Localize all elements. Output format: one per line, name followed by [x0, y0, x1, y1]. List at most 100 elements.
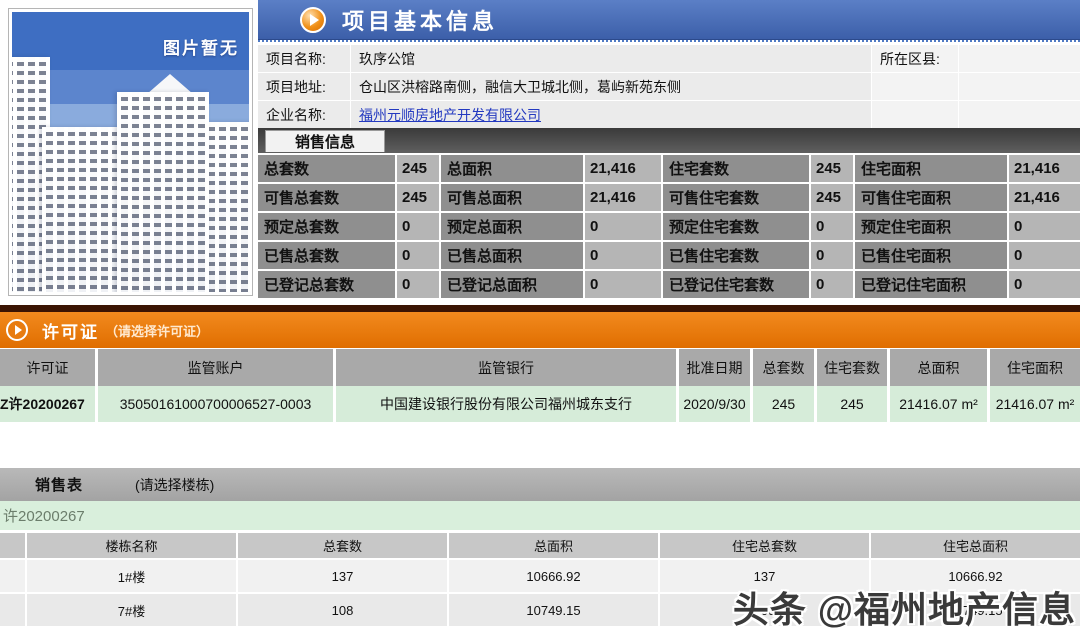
building-illustration: [204, 122, 249, 292]
col-header-building-name: 楼栋名称: [27, 533, 236, 558]
escrow-bank: 中国建设银行股份有限公司福州城东支行: [336, 386, 676, 422]
stat-label: 可售住宅面积: [855, 184, 1007, 211]
section-divider: [0, 305, 1080, 312]
stat-value: 0: [811, 271, 853, 298]
col-header-approval-date: 批准日期: [679, 349, 750, 386]
stat-value: 21,416: [585, 155, 661, 182]
escrow-account: 35050161000700006527-0003: [98, 386, 333, 422]
stat-value: 0: [1009, 213, 1080, 240]
building-total-units: 137: [238, 560, 447, 592]
project-address-label: 项目地址:: [258, 73, 350, 100]
stat-label: 已登记总面积: [441, 271, 583, 298]
sales-info-row: 预定总套数 0 预定总面积 0 预定住宅套数 0 预定住宅面积 0: [258, 213, 1080, 240]
sales-info-row: 已售总套数 0 已售总面积 0 已售住宅套数 0 已售住宅面积 0: [258, 242, 1080, 269]
stat-label: 总套数: [258, 155, 395, 182]
sales-info-row: 已登记总套数 0 已登记总面积 0 已登记住宅套数 0 已登记住宅面积 0: [258, 271, 1080, 298]
sales-info-row: 总套数 245 总面积 21,416 住宅套数 245 住宅面积 21,416: [258, 155, 1080, 182]
stat-value: 0: [585, 242, 661, 269]
stat-label: 已登记总套数: [258, 271, 395, 298]
basic-info-title: 项目基本信息: [342, 8, 499, 34]
stat-value: 0: [585, 271, 661, 298]
stat-value: 245: [811, 184, 853, 211]
stat-label: 已售住宅面积: [855, 242, 1007, 269]
stat-label: 预定住宅面积: [855, 213, 1007, 240]
stat-value: 0: [397, 242, 439, 269]
basic-info-table: 项目名称: 玖序公馆 所在区县: 项目地址: 仓山区洪榕路南侧，融信大卫城北侧，…: [258, 45, 1080, 128]
residential-units: 245: [817, 386, 887, 422]
license-subtitle: （请选择许可证）: [105, 323, 210, 339]
stat-value: 245: [397, 155, 439, 182]
stat-label: 预定总套数: [258, 213, 395, 240]
project-name-label: 项目名称:: [258, 45, 350, 72]
stat-value: 245: [397, 184, 439, 211]
stat-value: 0: [811, 213, 853, 240]
col-header-residential-total-units: 住宅总套数: [660, 533, 869, 558]
info-row-address: 项目地址: 仓山区洪榕路南侧，融信大卫城北侧，葛屿新苑东侧: [258, 73, 1080, 100]
sales-info-tab-strip: 销售信息: [258, 128, 1080, 153]
stat-label: 可售总面积: [441, 184, 583, 211]
col-header-license: 许可证: [0, 349, 95, 386]
building-name[interactable]: 1#楼: [27, 560, 236, 592]
building-total-area: 10666.92: [449, 560, 658, 592]
stat-label: 已售住宅套数: [663, 242, 809, 269]
col-header-total-units: 总套数: [753, 349, 814, 386]
play-icon: [6, 319, 28, 341]
basic-info-panel: 项目基本信息 项目名称: 玖序公馆 所在区县: 项目地址: 仓山区洪榕路南侧，融…: [258, 0, 1080, 298]
company-label: 企业名称:: [258, 101, 350, 128]
license-table: 许可证 监管账户 监管银行 批准日期 总套数 住宅套数 总面积 住宅面积 Z许2…: [0, 349, 1080, 422]
project-photo: 图片暂无: [12, 12, 249, 292]
stat-value: 0: [1009, 242, 1080, 269]
stat-label: 住宅套数: [663, 155, 809, 182]
toutiao-watermark: 头条 @福州地产信息: [732, 589, 1076, 630]
stat-value: 0: [585, 213, 661, 240]
sales-info-row: 可售总套数 245 可售总面积 21,416 可售住宅套数 245 可售住宅面积…: [258, 184, 1080, 211]
sales-info-table: 总套数 245 总面积 21,416 住宅套数 245 住宅面积 21,416 …: [258, 155, 1080, 298]
stat-value: 0: [397, 271, 439, 298]
play-icon: [300, 6, 326, 33]
stat-value: 0: [397, 213, 439, 240]
no-image-label: 图片暂无: [163, 39, 239, 58]
building-total-units: 108: [238, 594, 447, 626]
sales-table-subtitle: (请选择楼栋): [135, 476, 215, 493]
stat-label: 已售总面积: [441, 242, 583, 269]
building-name[interactable]: 7#楼: [27, 594, 236, 626]
license-number[interactable]: Z许20200267: [0, 386, 95, 422]
info-row-name: 项目名称: 玖序公馆 所在区县:: [258, 45, 1080, 72]
stat-value: 21,416: [1009, 155, 1080, 182]
residential-area: 21416.07 m²: [990, 386, 1080, 422]
sales-table-title: 销售表: [35, 477, 84, 494]
company-link[interactable]: 福州元顺房地产开发有限公司: [359, 105, 541, 125]
approval-date: 2020/9/30: [679, 386, 750, 422]
project-name-value: 玖序公馆: [351, 45, 871, 72]
permit-number-row[interactable]: 许20200267: [0, 501, 1080, 530]
info-row-company: 企业名称: 福州元顺房地产开发有限公司: [258, 101, 1080, 128]
stat-label: 总面积: [441, 155, 583, 182]
stat-label: 可售住宅套数: [663, 184, 809, 211]
stat-label: 预定总面积: [441, 213, 583, 240]
tab-sales-info[interactable]: 销售信息: [265, 129, 385, 152]
total-units: 245: [753, 386, 814, 422]
building-illustration: [117, 92, 209, 292]
col-header-escrow-bank: 监管银行: [336, 349, 676, 386]
basic-info-header: 项目基本信息: [258, 0, 1080, 40]
building-roof: [147, 74, 193, 94]
col-header-residential-units: 住宅套数: [817, 349, 887, 386]
col-header-total-area: 总面积: [890, 349, 987, 386]
stat-label: 可售总套数: [258, 184, 395, 211]
sales-table-header-bar: 销售表 (请选择楼栋): [0, 468, 1080, 501]
stat-value: 0: [811, 242, 853, 269]
district-label: 所在区县:: [872, 45, 958, 72]
license-title: 许可证: [42, 322, 99, 342]
stat-value: 245: [811, 155, 853, 182]
stat-value: 0: [1009, 271, 1080, 298]
stat-label: 住宅面积: [855, 155, 1007, 182]
district-value: [959, 45, 1080, 72]
stat-value: 21,416: [585, 184, 661, 211]
stat-label: 已登记住宅套数: [663, 271, 809, 298]
col-header-residential-area: 住宅面积: [990, 349, 1080, 386]
col-header-total-area: 总面积: [449, 533, 658, 558]
stat-label: 预定住宅套数: [663, 213, 809, 240]
building-total-area: 10749.15: [449, 594, 658, 626]
license-section: 许可证 （请选择许可证） 许可证 监管账户 监管银行 批准日期 总套数 住宅套数…: [0, 305, 1080, 422]
col-header-residential-total-area: 住宅总面积: [871, 533, 1080, 558]
